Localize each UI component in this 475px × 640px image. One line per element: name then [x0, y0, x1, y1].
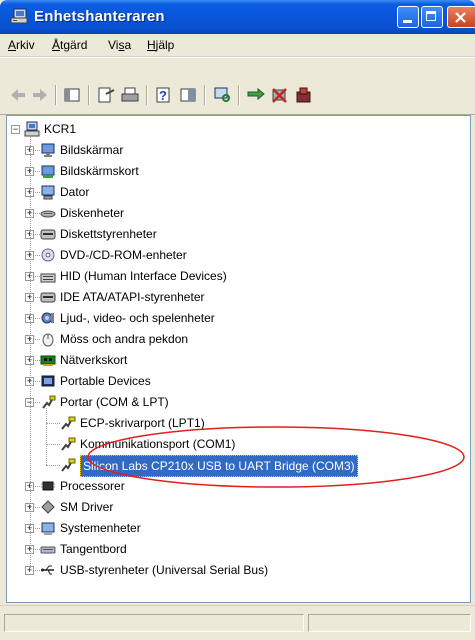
- tree-item-display-adapter[interactable]: Bildskärmskort: [60, 161, 139, 181]
- status-cell: [4, 614, 304, 632]
- device-manager-icon: [10, 8, 28, 24]
- usb-icon: [41, 565, 54, 575]
- toolbar-separator: [55, 85, 57, 105]
- keyboard-icon: [40, 546, 56, 554]
- forward-arrow-icon[interactable]: [30, 86, 50, 104]
- tree-item-keyboard[interactable]: Tangentbord: [60, 539, 127, 559]
- maximize-button[interactable]: [421, 6, 443, 28]
- tree-item-cdrom[interactable]: DVD-/CD-ROM-enheter: [60, 245, 187, 265]
- processor-icon: [41, 481, 55, 491]
- tree-connector-line: [30, 135, 31, 570]
- com-port-icon: [61, 458, 76, 472]
- close-icon: [455, 12, 466, 23]
- collapse-button[interactable]: −: [11, 125, 20, 134]
- tree-connector-line: [46, 465, 60, 466]
- sound-icon: [41, 312, 54, 324]
- toolbar-separator: [146, 85, 148, 105]
- com-port-icon: [61, 437, 76, 451]
- tree-item-disk-drive[interactable]: Diskenheter: [60, 203, 124, 223]
- tree-item-sm-driver[interactable]: SM Driver: [60, 497, 113, 517]
- tree-item-hid[interactable]: HID (Human Interface Devices): [60, 266, 227, 286]
- hid-icon: [40, 273, 56, 283]
- tree-item-computer[interactable]: Dator: [60, 182, 89, 202]
- view-icon[interactable]: [62, 86, 82, 104]
- toolbar-separator: [204, 85, 206, 105]
- menu-visa[interactable]: Visa: [108, 38, 131, 52]
- update-driver-icon[interactable]: [246, 86, 266, 104]
- svg-text:?: ?: [159, 88, 167, 103]
- toolbar-separator: [88, 85, 90, 105]
- back-arrow-icon[interactable]: [8, 86, 28, 104]
- tree-item-usb[interactable]: USB-styrenheter (Universal Serial Bus): [60, 560, 268, 580]
- mouse-icon: [42, 333, 54, 347]
- tree-connector-line: [46, 444, 60, 445]
- port-icon: [42, 395, 56, 409]
- maximize-icon: [426, 11, 436, 21]
- status-bar: [0, 605, 475, 640]
- device-tree[interactable]: − KCR1 + Bildskärmar + Bildskärmskort + Dator + D…: [6, 115, 471, 603]
- display-adapter-icon: [41, 165, 55, 178]
- tree-connector-line: [46, 408, 47, 465]
- sm-driver-icon: [41, 500, 55, 514]
- menu-hjalp[interactable]: Hjälp: [147, 38, 174, 52]
- computer-root-icon: [24, 121, 40, 137]
- monitor-icon: [41, 143, 55, 157]
- scan-hardware-icon[interactable]: [212, 86, 232, 104]
- highlight-ellipse: [87, 426, 465, 488]
- tree-item-network-card[interactable]: Nätverkskort: [60, 350, 127, 370]
- menu-arkiv[interactable]: Arkiv: [8, 38, 35, 52]
- ide-controller-icon: [40, 292, 56, 303]
- help-icon[interactable]: ?: [154, 86, 174, 104]
- device-manager-window: Enhetshanteraren Arkiv Åtgärd Visa Hjälp: [0, 0, 475, 640]
- tree-connector-line: [46, 423, 60, 424]
- title-bar[interactable]: Enhetshanteraren: [0, 0, 475, 34]
- minimize-button[interactable]: [397, 6, 419, 28]
- tree-item-monitor[interactable]: Bildskärmar: [60, 140, 123, 160]
- tree-root-computer[interactable]: KCR1: [44, 119, 76, 139]
- uninstall-icon[interactable]: [294, 86, 314, 104]
- tree-item-mouse[interactable]: Möss och andra pekdon: [60, 329, 188, 349]
- tree-item-system-device[interactable]: Systemenheter: [60, 518, 141, 538]
- network-card-icon: [40, 355, 56, 366]
- floppy-controller-icon: [40, 229, 56, 240]
- tree-item-ide-controller[interactable]: IDE ATA/ATAPI-styrenheter: [60, 287, 205, 307]
- tree-item-floppy-controller[interactable]: Diskettstyrenheter: [60, 224, 157, 244]
- computer-icon: [41, 185, 55, 200]
- properties-icon[interactable]: [96, 86, 116, 104]
- menu-atgard[interactable]: Åtgärd: [52, 38, 87, 52]
- minimize-icon: [403, 20, 412, 23]
- status-cell: [308, 614, 471, 632]
- system-device-icon: [41, 522, 55, 535]
- disk-drive-icon: [40, 210, 56, 218]
- tree-item-sound[interactable]: Ljud-, video- och spelenheter: [60, 308, 215, 328]
- console-icon[interactable]: [178, 86, 198, 104]
- window-title: Enhetshanteraren: [34, 8, 165, 25]
- cdrom-icon: [41, 248, 55, 262]
- com-port-icon: [61, 416, 76, 430]
- tree-item-portable-device[interactable]: Portable Devices: [60, 371, 151, 391]
- menu-bar: Arkiv Åtgärd Visa Hjälp: [0, 34, 475, 57]
- close-button[interactable]: [447, 6, 475, 28]
- print-icon[interactable]: [120, 86, 140, 104]
- toolbar-separator: [238, 85, 240, 105]
- disable-icon[interactable]: [270, 86, 290, 104]
- tree-item-port[interactable]: Portar (COM & LPT): [60, 392, 169, 412]
- toolbar: ?: [0, 57, 475, 115]
- portable-device-icon: [41, 375, 55, 387]
